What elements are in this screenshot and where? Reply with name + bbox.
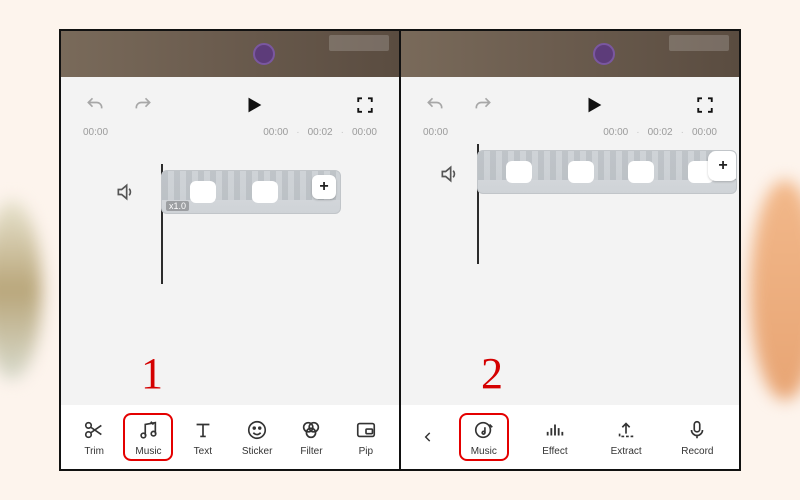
tool-trim[interactable]: Trim <box>69 417 119 457</box>
tool-pip[interactable]: Pip <box>341 417 391 457</box>
time-ruler: 00:00 00:00 · 00:02 · 00:00 <box>61 127 399 146</box>
tool-label: Extract <box>611 446 642 457</box>
time-mark: 00:00 <box>352 127 377 138</box>
playback-controls <box>61 77 399 127</box>
video-clip[interactable]: + <box>477 150 737 194</box>
clip-frame <box>506 161 532 183</box>
clip-frame <box>568 161 594 183</box>
tool-music[interactable]: Music <box>123 413 173 461</box>
time-mark: 00:02 <box>648 127 673 138</box>
tool-record[interactable]: Record <box>672 417 722 457</box>
redo-button[interactable] <box>471 93 495 117</box>
add-clip-button[interactable]: + <box>312 175 336 199</box>
speed-badge: x1.0 <box>166 201 189 211</box>
tool-label: Sticker <box>242 446 273 457</box>
toolbar: Music Effect Extract Record <box>401 405 739 469</box>
time-mark: 00:00 <box>603 127 628 138</box>
redo-button[interactable] <box>131 93 155 117</box>
clip-frame <box>190 181 216 203</box>
time-start: 00:00 <box>423 127 448 138</box>
time-mark: 00:00 <box>263 127 288 138</box>
tool-effect[interactable]: Effect <box>530 417 580 457</box>
music-note-icon <box>135 417 161 443</box>
sticker-icon <box>244 417 270 443</box>
tool-music[interactable]: Music <box>459 413 509 461</box>
tool-text[interactable]: Text <box>178 417 228 457</box>
playback-controls <box>401 77 739 127</box>
undo-button[interactable] <box>83 93 107 117</box>
time-start: 00:00 <box>83 127 108 138</box>
tool-label: Record <box>681 446 713 457</box>
ruler-dot: · <box>681 127 684 138</box>
toolbar: Trim Music Text Sticker Filter Pip <box>61 405 399 469</box>
music-circle-icon <box>471 417 497 443</box>
ruler-dot: · <box>296 127 299 138</box>
play-button[interactable] <box>582 93 606 117</box>
play-button[interactable] <box>242 93 266 117</box>
equalizer-icon <box>542 417 568 443</box>
tool-label: Text <box>194 446 212 457</box>
tool-extract[interactable]: Extract <box>601 417 651 457</box>
mic-icon <box>684 417 710 443</box>
undo-button[interactable] <box>423 93 447 117</box>
ruler-dot: · <box>341 127 344 138</box>
speaker-icon[interactable] <box>439 164 459 184</box>
filter-icon <box>298 417 324 443</box>
video-clip[interactable]: x1.0 + <box>161 170 341 214</box>
tutorial-frame: 00:00 00:00 · 00:02 · 00:00 x1.0 + 1 Tri… <box>59 29 741 471</box>
tool-label: Effect <box>542 446 567 457</box>
back-button[interactable] <box>418 430 438 444</box>
step-number: 2 <box>481 348 503 399</box>
fullscreen-button[interactable] <box>353 93 377 117</box>
tool-label: Trim <box>84 446 104 457</box>
ruler-dot: · <box>636 127 639 138</box>
video-preview <box>61 31 399 77</box>
pip-icon <box>353 417 379 443</box>
fullscreen-button[interactable] <box>693 93 717 117</box>
watermark <box>669 35 729 51</box>
time-ruler: 00:00 00:00 · 00:02 · 00:00 <box>401 127 739 146</box>
tool-sticker[interactable]: Sticker <box>232 417 282 457</box>
video-preview <box>401 31 739 77</box>
scissors-icon <box>81 417 107 443</box>
step-number: 1 <box>141 348 163 399</box>
bg-smear-left <box>0 200 42 380</box>
tool-label: Music <box>135 446 161 457</box>
extract-icon <box>613 417 639 443</box>
clip-frame <box>628 161 654 183</box>
time-mark: 00:02 <box>308 127 333 138</box>
watermark <box>329 35 389 51</box>
tool-filter[interactable]: Filter <box>286 417 336 457</box>
tool-label: Music <box>471 446 497 457</box>
speaker-icon[interactable] <box>115 182 135 202</box>
panel-step-2: 00:00 00:00 · 00:02 · 00:00 + 2 Musi <box>399 31 739 469</box>
bg-smear-right <box>750 180 800 400</box>
timeline-track[interactable]: + <box>401 146 739 266</box>
timeline-track[interactable]: x1.0 + <box>61 146 399 266</box>
tool-label: Filter <box>300 446 322 457</box>
panel-step-1: 00:00 00:00 · 00:02 · 00:00 x1.0 + 1 Tri… <box>61 31 399 469</box>
add-clip-button[interactable]: + <box>708 151 737 181</box>
tool-label: Pip <box>359 446 373 457</box>
text-icon <box>190 417 216 443</box>
clip-frame <box>252 181 278 203</box>
time-mark: 00:00 <box>692 127 717 138</box>
